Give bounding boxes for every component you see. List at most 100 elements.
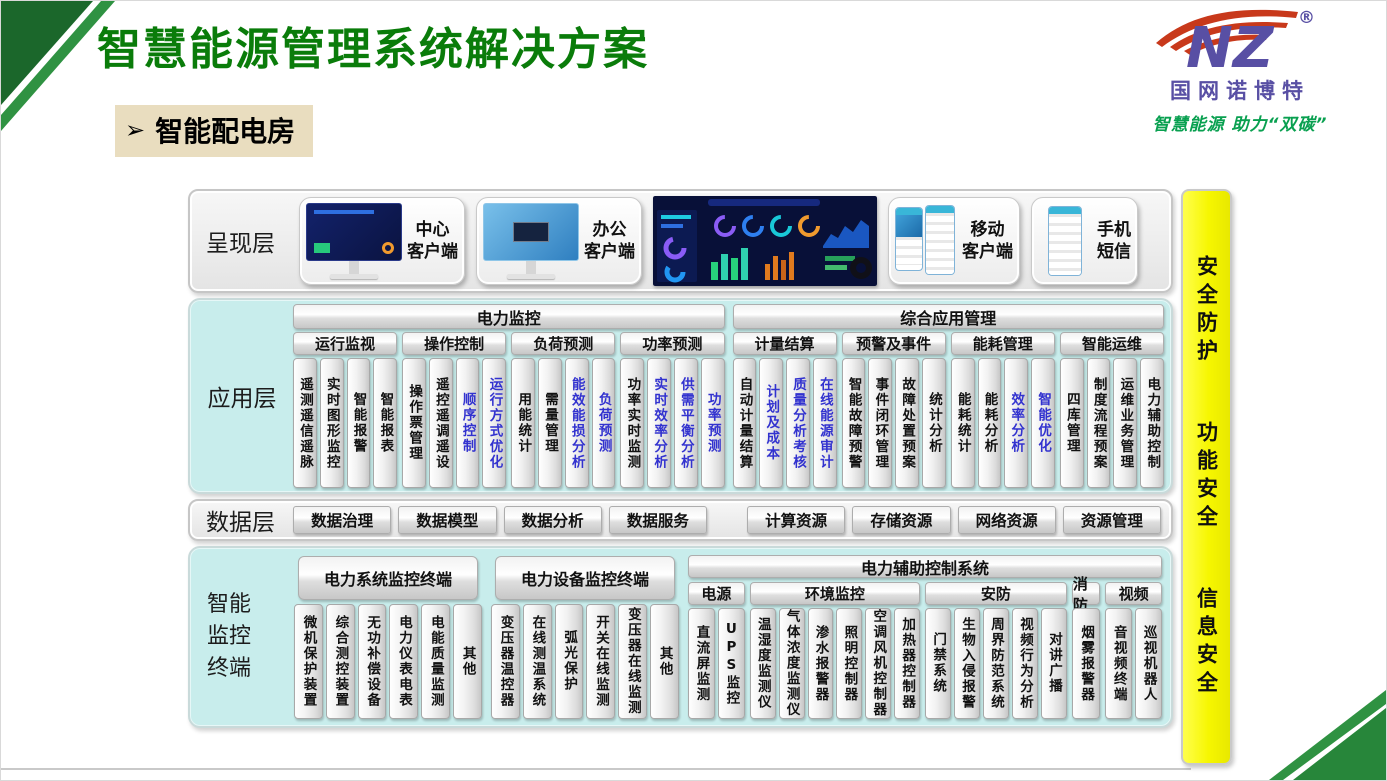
data-item: 数据模型 (398, 506, 496, 534)
terminal-item: 电力仪表电表 (389, 604, 418, 719)
resource-item: 计算资源 (747, 506, 845, 534)
resource-item: 资源管理 (1063, 506, 1161, 534)
terminal-layer: 智能 监控 终端 电力系统监控终端 微机保护装置 综合测控装置 无功补偿设备 电… (188, 546, 1173, 728)
feature-item: 功率预测 (701, 358, 725, 488)
company-name: 国网诺博特 (1130, 75, 1350, 105)
power-monitoring-group: 电力监控 运行监视 遥测遥信遥脉 实时图形监控 智能报警 智能报表 操作控制 (293, 304, 725, 488)
subgroup-header: 安防 (925, 582, 1067, 605)
application-layer-label: 应用层 (197, 304, 287, 488)
data-item: 数据服务 (609, 506, 707, 534)
arrow-bullet-icon: ➢ (125, 116, 145, 144)
resource-item: 网络资源 (958, 506, 1056, 534)
terminal-item: 巡视机器人 (1135, 608, 1162, 719)
terminal-layer-label: 智能 监控 终端 (199, 555, 285, 719)
security-item: 信息安全 (1192, 587, 1222, 699)
security-sidebar: 安全防护 功能安全 信息安全 (1181, 189, 1232, 765)
resource-item: 存储资源 (852, 506, 950, 534)
section-header: 智能运维 (1060, 332, 1164, 355)
section-load-forecast: 负荷预测 用能统计 需量管理 能效能损分析 负荷预测 (511, 332, 615, 488)
feature-item: 用能统计 (511, 358, 535, 488)
feature-item: 制度流程预案 (1087, 358, 1111, 488)
subgroup-environment: 环境监控 温湿度监测仪 气体浓度监测仪 渗水报警器 照明控制器 空调风机控制器 … (750, 582, 920, 719)
desktop-monitor-icon (306, 203, 402, 279)
terminal-item: 综合测控装置 (326, 604, 355, 719)
terminal-item: 开关在线监测 (586, 604, 615, 719)
subgroup-header: 电源 (688, 582, 745, 605)
terminal-item: 弧光保护 (555, 604, 584, 719)
terminal-item: 电能质量监测 (421, 604, 450, 719)
mobile-client-label: 移动 客户端 (962, 219, 1013, 263)
feature-item: 故障处置预案 (895, 358, 919, 488)
section-metering-settlement: 计量结算 自动计量结算 计划及成本 质量分析考核 在线能源审计 (733, 332, 837, 488)
terminal-item: 变压器温控器 (491, 604, 520, 719)
group-header: 电力系统监控终端 (298, 556, 478, 600)
feature-item: 智能报表 (373, 358, 397, 488)
data-layer: 数据层 数据治理 数据模型 数据分析 数据服务 计算资源 存储资源 网络资源 资… (188, 499, 1173, 541)
terminal-item: 空调风机控制器 (865, 608, 891, 719)
terminal-item: 周界防范系统 (983, 608, 1009, 719)
nz-logo-icon: NZ ® (1148, 3, 1333, 77)
feature-item: 能耗分析 (978, 358, 1002, 488)
subgroup-header: 消防 (1072, 582, 1100, 605)
page-title: 智慧能源管理系统解决方案 (97, 13, 649, 77)
sms-card: 手机 短信 (1031, 197, 1138, 285)
feature-item: 操作票管理 (402, 358, 426, 488)
feature-item: 运行方式优化 (482, 358, 506, 488)
group-header: 综合应用管理 (733, 304, 1165, 329)
feature-item: 需量管理 (538, 358, 562, 488)
feature-item: 能耗统计 (951, 358, 975, 488)
section-operation-monitoring: 运行监视 遥测遥信遥脉 实时图形监控 智能报警 智能报表 (293, 332, 397, 488)
center-client-card: 中心 客户端 (299, 197, 465, 285)
office-client-label: 办公 客户端 (584, 219, 635, 263)
subgroup-fire: 消防 烟雾报警器 (1072, 582, 1100, 719)
feature-item: 计划及成本 (759, 358, 783, 488)
feature-item: 遥控遥调遥设 (429, 358, 453, 488)
terminal-item: 渗水报警器 (808, 608, 834, 719)
data-layer-label: 数据层 (200, 503, 286, 537)
terminal-item: 照明控制器 (836, 608, 862, 719)
architecture-diagram: 呈现层 中心 客户端 办公 客户端 (188, 189, 1173, 728)
terminal-item: 无功补偿设备 (358, 604, 387, 719)
feature-item: 能效能损分析 (565, 358, 589, 488)
terminal-item: 视频行为分析 (1012, 608, 1038, 719)
feature-item: 运维业务管理 (1113, 358, 1137, 488)
power-device-terminal-group: 电力设备监控终端 变压器温控器 在线测温系统 弧光保护 开关在线监测 变压器在线… (491, 555, 679, 719)
section-alert-events: 预警及事件 智能故障预警 事件闭环管理 故障处置预案 统计分析 (842, 332, 946, 488)
terminal-item: 微机保护装置 (294, 604, 323, 719)
section-header: 计量结算 (733, 332, 837, 355)
feature-item: 负荷预测 (592, 358, 616, 488)
feature-item: 实时图形监控 (320, 358, 344, 488)
security-item: 功能安全 (1192, 421, 1222, 533)
terminal-item: 烟雾报警器 (1072, 608, 1100, 719)
power-system-terminal-group: 电力系统监控终端 微机保护装置 综合测控装置 无功补偿设备 电力仪表电表 电能质… (294, 555, 482, 719)
section-operation-control: 操作控制 操作票管理 遥控遥调遥设 顺序控制 运行方式优化 (402, 332, 506, 488)
terminal-item: 气体浓度监测仪 (779, 608, 805, 719)
section-title: 智能配电房 (155, 110, 295, 150)
section-header: 功率预测 (620, 332, 724, 355)
security-item: 安全防护 (1192, 255, 1222, 367)
registered-mark: ® (1298, 8, 1315, 28)
subgroup-header: 视频 (1105, 582, 1162, 605)
presentation-layer-label: 呈现层 (200, 224, 288, 258)
green-corner-decoration-bottom-right (1261, 680, 1386, 780)
mobile-client-card: 移动 客户端 (888, 197, 1020, 285)
feature-item: 智能报警 (347, 358, 371, 488)
section-header: 操作控制 (402, 332, 506, 355)
feature-item: 自动计量结算 (733, 358, 757, 488)
data-item: 数据分析 (504, 506, 602, 534)
comprehensive-application-group: 综合应用管理 计量结算 自动计量结算 计划及成本 质量分析考核 在线能源审计 预… (733, 304, 1165, 488)
auxiliary-control-group: 电力辅助控制系统 电源 直流屏监测 UPS监控 环境监控 温湿度监测仪 气体浓度… (688, 555, 1162, 719)
group-header: 电力监控 (293, 304, 725, 329)
terminal-item: 生物入侵报警 (954, 608, 980, 719)
terminal-item: 对讲广播 (1041, 608, 1067, 719)
section-header: 运行监视 (293, 332, 397, 355)
section-header: 预警及事件 (842, 332, 946, 355)
bottom-divider-line (1, 768, 1191, 770)
section-intelligent-om: 智能运维 四库管理 制度流程预案 运维业务管理 电力辅助控制 (1060, 332, 1164, 488)
section-header: 负荷预测 (511, 332, 615, 355)
feature-item: 供需平衡分析 (674, 358, 698, 488)
desktop-monitor-icon (483, 203, 579, 279)
energy-dashboard-screenshot (653, 196, 877, 286)
terminal-item: 其他 (650, 604, 679, 719)
terminal-item: 变压器在线监测 (618, 604, 647, 719)
